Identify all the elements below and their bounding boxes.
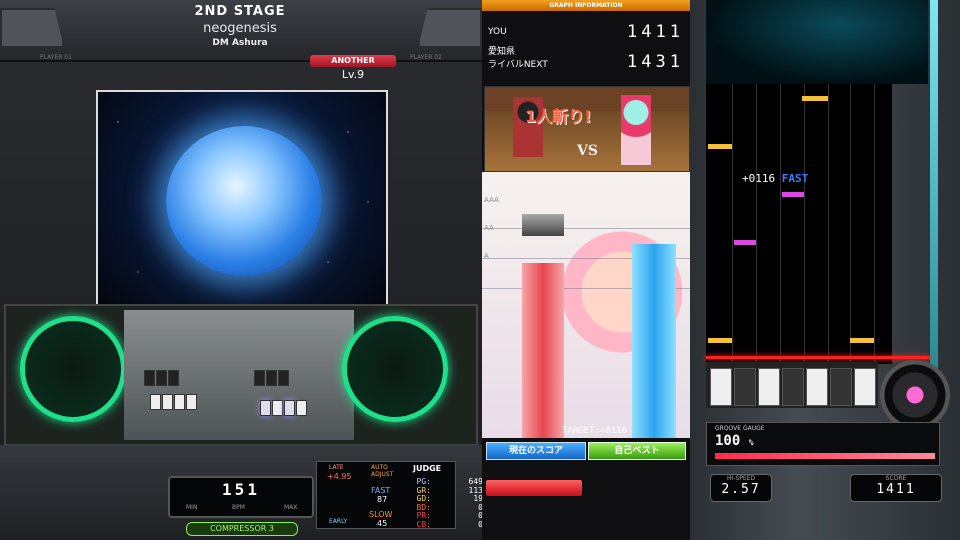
groove-gauge-label: GROOVE GAUGE xyxy=(715,425,765,432)
player2-label: PLAYER 02 xyxy=(410,54,442,61)
lane-divider xyxy=(756,84,757,364)
key-1 xyxy=(710,368,732,406)
target-diff: TARGET:+0116 xyxy=(562,426,628,436)
bpm-value: 151 xyxy=(222,480,260,499)
late-value: +4.95 xyxy=(327,472,352,481)
note xyxy=(708,144,732,149)
key-5 xyxy=(806,368,828,406)
current-score-bar xyxy=(522,263,564,438)
auto-adjust-label: AUTO ADJUST xyxy=(371,464,394,478)
hispeed-value: 2.57 xyxy=(721,482,761,497)
judge-title: JUDGE xyxy=(413,464,442,473)
graph-info-header: GRAPH INFORMATION xyxy=(482,0,690,11)
key-3 xyxy=(758,368,780,406)
vs-label: VS xyxy=(577,143,598,159)
grade-a: A xyxy=(484,252,489,260)
player1-label: PLAYER 01 xyxy=(40,54,72,61)
late-label: LATE xyxy=(329,464,344,471)
lane-divider xyxy=(804,84,805,364)
key-7 xyxy=(854,368,876,406)
note xyxy=(782,192,804,197)
bpm-max-label: MAX xyxy=(284,504,298,511)
left-panel: 2ND STAGE neogenesis DM Ashura PLAYER 01… xyxy=(0,0,483,540)
grade-line-aaa xyxy=(482,228,690,229)
note xyxy=(708,338,732,343)
you-label: YOU xyxy=(488,27,507,37)
bpm-label: BPM xyxy=(232,504,245,511)
groove-gauge: GROOVE GAUGE 100 % xyxy=(706,422,940,466)
current-score-button[interactable]: 現在のスコア xyxy=(486,442,586,460)
playfield-panel: +0116 FAST GROOVE GAUGE 100 % HI-SPEED 2… xyxy=(690,0,960,540)
right-character xyxy=(621,95,651,165)
versus-banner: 1人斬り! VS xyxy=(484,86,690,172)
personal-best-button[interactable]: 自己ベスト xyxy=(588,442,686,460)
rival-score-row: ライバルNEXT 1431 xyxy=(482,52,690,72)
score-display: SCORE 1411 xyxy=(850,474,942,502)
best-score-bar xyxy=(632,244,676,438)
background-animation xyxy=(96,90,388,306)
judge-count: 0 xyxy=(478,519,483,529)
lane-divider xyxy=(874,84,875,364)
planet-graphic xyxy=(166,126,322,276)
you-score-row: YOU 1411 xyxy=(482,22,690,42)
groove-gauge-fill xyxy=(715,453,935,459)
level-label: Lv.9 xyxy=(341,68,365,81)
difficulty-badge: ANOTHER xyxy=(310,55,396,67)
lane-divider xyxy=(828,84,829,364)
you-score: 1411 xyxy=(627,22,684,42)
stage-label: 2ND STAGE xyxy=(194,4,286,19)
playfield-top-art xyxy=(706,0,928,84)
lane-divider xyxy=(780,84,781,364)
current-score-bar-cap xyxy=(522,214,564,236)
score-value: 1411 xyxy=(876,482,916,497)
judge-key: CB: xyxy=(416,519,431,529)
rival-label: ライバルNEXT xyxy=(488,60,548,70)
song-artist: DM Ashura xyxy=(212,38,268,48)
note xyxy=(850,338,874,343)
side-stripe xyxy=(930,0,938,420)
song-title: neogenesis xyxy=(203,21,277,36)
early-label: EARLY xyxy=(329,518,348,525)
key-beams xyxy=(706,362,878,408)
left-turntable xyxy=(20,316,126,422)
lane-divider xyxy=(732,84,733,364)
hispeed-label: HI-SPEED xyxy=(726,475,756,482)
lane-area xyxy=(706,84,892,364)
fast-diff-value: +0116 xyxy=(742,172,776,185)
effect-indicator: COMPRESSOR 3 xyxy=(186,522,298,536)
key-4 xyxy=(782,368,804,406)
hispeed-display: HI-SPEED 2.57 xyxy=(710,474,772,502)
groove-gauge-bar xyxy=(715,453,935,459)
grade-aaa: AAA xyxy=(484,196,499,204)
key-6 xyxy=(830,368,852,406)
groove-gauge-value: 100 % xyxy=(715,433,754,449)
grade-aa: AA xyxy=(484,224,494,232)
fast-indicator-label: FAST xyxy=(781,172,809,185)
judge-row: CB: 0 xyxy=(407,520,487,529)
judge-panel: LATE +4.95 AUTO ADJUST JUDGE EARLY FAST … xyxy=(316,461,483,529)
controller-panel xyxy=(124,310,354,440)
fast-slow-indicator: +0116 FAST xyxy=(742,172,808,185)
graph-panel: GRAPH INFORMATION YOU 1411 愛知県 ライバルNEXT … xyxy=(482,0,690,540)
right-turntable xyxy=(342,316,448,422)
current-score-indicator xyxy=(486,480,582,496)
key-2 xyxy=(734,368,756,406)
bpm-display: 151 MIN BPM MAX xyxy=(168,476,314,518)
hand-camera-view xyxy=(4,304,478,446)
banner-text: 1人斬り! xyxy=(525,107,592,126)
note xyxy=(802,96,828,101)
scratch-disc xyxy=(880,360,950,430)
score-label: SCORE xyxy=(885,475,907,482)
rival-score: 1431 xyxy=(627,52,684,72)
judge-line xyxy=(706,356,930,359)
bpm-min-label: MIN xyxy=(186,504,198,511)
lane-divider xyxy=(850,84,851,364)
judge-rows: PG: 649 GR: 113 GD: 19 BD: 0 PR: 0 CB: 0 xyxy=(353,477,483,529)
note xyxy=(734,240,756,245)
